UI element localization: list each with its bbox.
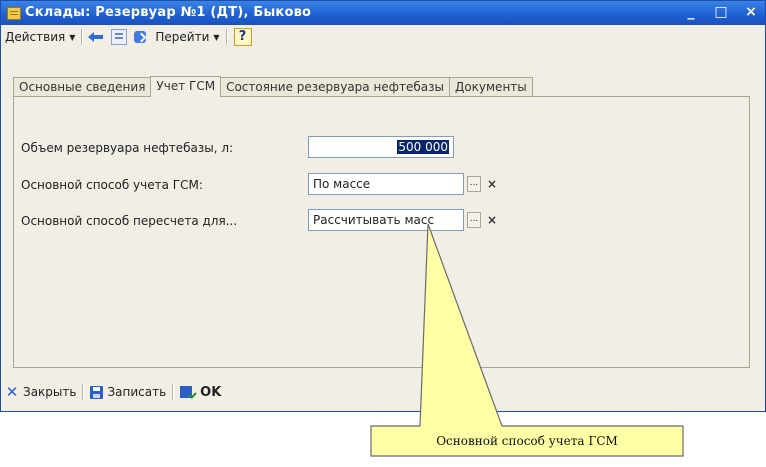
callout-pointer xyxy=(370,223,684,457)
callout-shape xyxy=(370,223,684,457)
tab-fuel-accounting[interactable]: Учет ГСМ xyxy=(150,76,222,97)
callout-text: Основной способ учета ГСМ xyxy=(436,434,618,448)
